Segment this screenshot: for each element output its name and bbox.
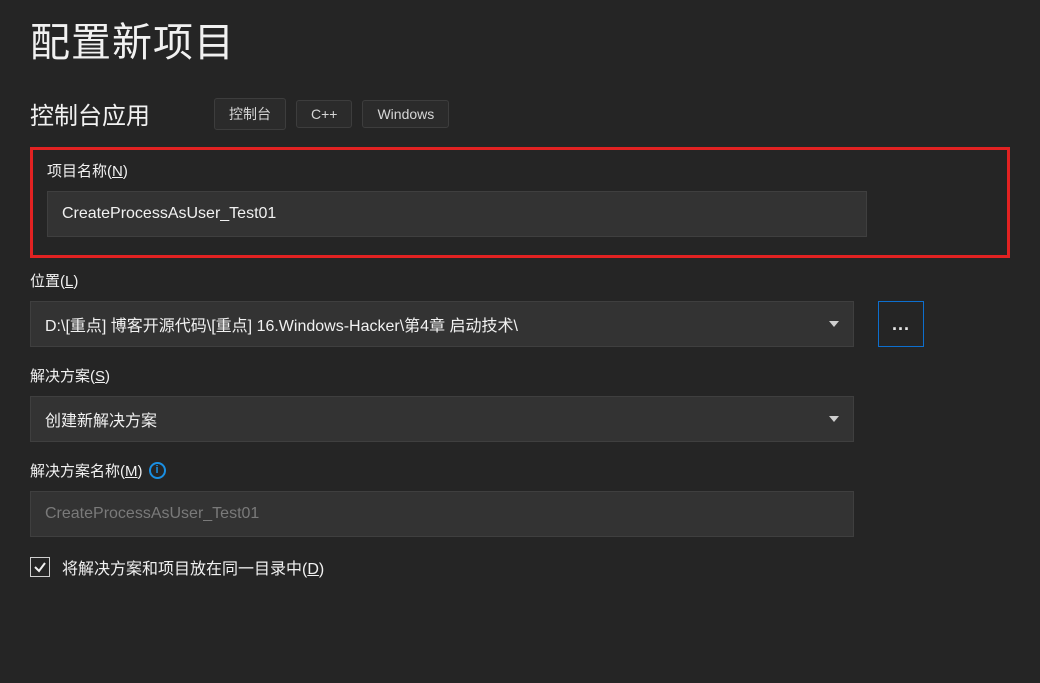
- label-hotkey: N: [112, 163, 123, 180]
- solution-section: 解决方案(S) 创建新解决方案: [30, 365, 1010, 442]
- label-hotkey: M: [125, 463, 138, 480]
- project-name-highlight: 项目名称(N): [30, 147, 1010, 258]
- chevron-down-icon: [829, 321, 839, 327]
- project-name-label: 项目名称(N): [47, 160, 993, 181]
- project-name-input[interactable]: [47, 191, 867, 237]
- label-suffix: ): [123, 163, 128, 180]
- project-type-subtitle: 控制台应用: [30, 96, 150, 131]
- info-icon[interactable]: i: [149, 462, 166, 479]
- label-prefix: 解决方案(: [30, 368, 95, 385]
- label-suffix: ): [319, 561, 324, 578]
- label-prefix: 项目名称(: [47, 163, 112, 180]
- browse-button[interactable]: ...: [878, 301, 924, 347]
- solution-name-section: 解决方案名称(M) i: [30, 460, 1010, 537]
- chevron-down-icon: [829, 416, 839, 422]
- page-title: 配置新项目: [30, 10, 1010, 68]
- browse-button-label: ...: [892, 314, 910, 335]
- tag-windows: Windows: [362, 100, 449, 128]
- label-suffix: ): [138, 463, 143, 480]
- label-hotkey: S: [95, 368, 105, 385]
- label-suffix: ): [105, 368, 110, 385]
- label-prefix: 位置(: [30, 273, 65, 290]
- label-suffix: ): [73, 273, 78, 290]
- solution-name-label: 解决方案名称(M) i: [30, 460, 1010, 481]
- location-section: 位置(L) D:\[重点] 博客开源代码\[重点] 16.Windows-Hac…: [30, 270, 1010, 347]
- solution-combobox[interactable]: 创建新解决方案: [30, 396, 854, 442]
- solution-label: 解决方案(S): [30, 365, 1010, 386]
- location-label: 位置(L): [30, 270, 1010, 291]
- tag-console: 控制台: [214, 98, 286, 130]
- tag-cpp: C++: [296, 100, 352, 128]
- solution-name-input: [30, 491, 854, 537]
- same-directory-label: 将解决方案和项目放在同一目录中(D): [62, 555, 324, 579]
- tag-group: 控制台 C++ Windows: [214, 98, 449, 130]
- label-prefix: 解决方案名称(: [30, 463, 125, 480]
- location-value: D:\[重点] 博客开源代码\[重点] 16.Windows-Hacker\第4…: [45, 312, 518, 336]
- label-prefix: 将解决方案和项目放在同一目录中(: [62, 561, 307, 578]
- solution-value: 创建新解决方案: [45, 407, 157, 431]
- label-hotkey: D: [307, 561, 319, 578]
- location-combobox[interactable]: D:\[重点] 博客开源代码\[重点] 16.Windows-Hacker\第4…: [30, 301, 854, 347]
- checkbox-icon[interactable]: [30, 557, 50, 577]
- same-directory-checkbox-row[interactable]: 将解决方案和项目放在同一目录中(D): [30, 555, 1010, 579]
